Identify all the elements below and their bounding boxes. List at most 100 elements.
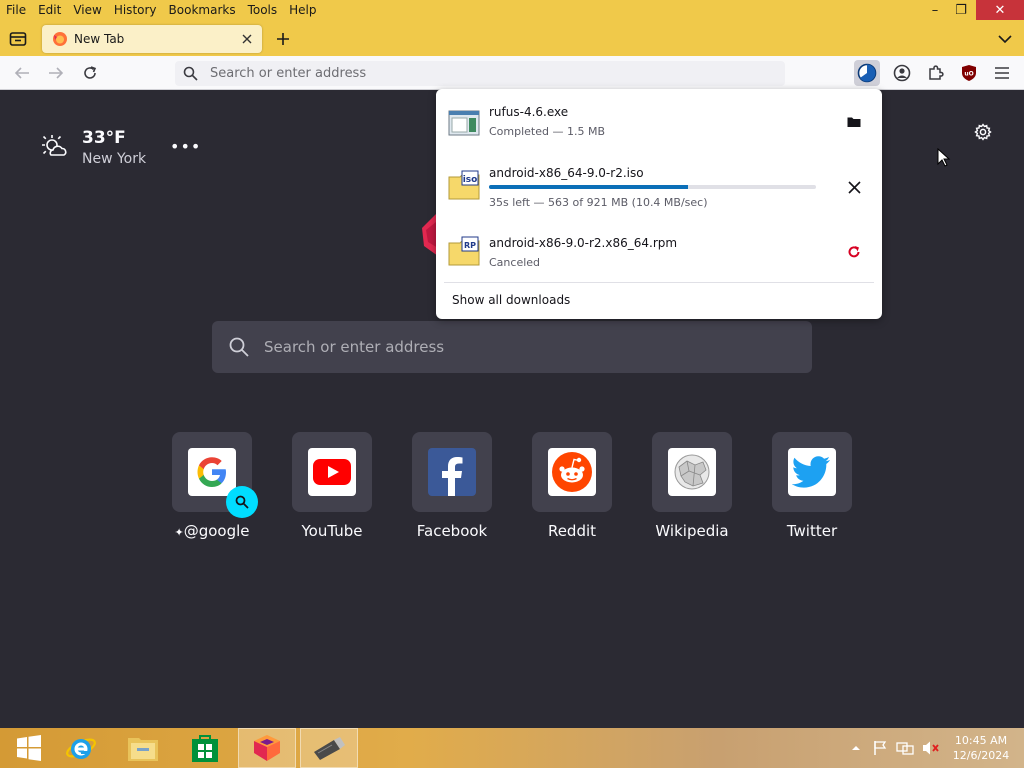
- start-button[interactable]: [0, 728, 58, 768]
- reload-button[interactable]: [78, 61, 102, 85]
- svg-text:iso: iso: [463, 175, 478, 185]
- top-site-reddit[interactable]: Reddit: [532, 432, 612, 540]
- tab-strip: New Tab: [0, 22, 1024, 56]
- internet-explorer-icon: [66, 738, 96, 759]
- search-icon: [235, 495, 249, 509]
- top-site-tile: [532, 432, 612, 512]
- show-hidden-icons-icon[interactable]: [850, 743, 862, 753]
- menu-history[interactable]: History: [108, 0, 163, 20]
- download-progress-fill: [489, 185, 689, 189]
- reload-icon: [84, 66, 97, 79]
- download-status: 35s left — 563 of 921 MB (10.4 MB/sec): [489, 196, 708, 209]
- new-tab-button[interactable]: [272, 28, 294, 50]
- personalize-button[interactable]: [972, 121, 994, 143]
- list-all-tabs-button[interactable]: [996, 30, 1014, 48]
- wikipedia-icon: [668, 448, 716, 496]
- top-site-twitter[interactable]: Twitter: [772, 432, 852, 540]
- taskbar-firefox[interactable]: [238, 728, 296, 768]
- tab-new-tab[interactable]: New Tab: [42, 25, 262, 53]
- menu-bar: File Edit View History Bookmarks Tools H…: [0, 0, 1024, 20]
- tab-close-button[interactable]: [236, 28, 258, 50]
- action-center-flag-icon[interactable]: [872, 740, 888, 756]
- content-search-box[interactable]: Search or enter address: [212, 321, 812, 373]
- arrow-left-icon: [14, 67, 29, 79]
- svg-text:uO: uO: [964, 71, 973, 78]
- top-site-youtube[interactable]: YouTube: [292, 432, 372, 540]
- clock-time: 10:45 AM: [954, 734, 1008, 747]
- downloads-button[interactable]: [854, 60, 880, 86]
- ublock-origin-button[interactable]: uO: [956, 60, 982, 86]
- download-progress-bar: [489, 185, 816, 189]
- iso-file-icon: iso: [448, 170, 480, 200]
- top-site-label: Reddit: [547, 522, 597, 540]
- app-menu-button[interactable]: [989, 60, 1015, 86]
- menu-tools[interactable]: Tools: [242, 0, 284, 20]
- taskbar-usb-drive[interactable]: [300, 728, 358, 768]
- tab-title: New Tab: [74, 32, 125, 46]
- taskbar-file-explorer[interactable]: [114, 728, 172, 768]
- top-site-facebook[interactable]: Facebook: [412, 432, 492, 540]
- download-item-android-rpm[interactable]: RP android-x86-9.0-r2.x86_64.rpm Cancele…: [436, 219, 882, 283]
- weather-more-options-button[interactable]: •••: [170, 137, 201, 156]
- search-icon: [183, 66, 198, 81]
- firefox-view-icon: [9, 32, 27, 46]
- pin-icon: ✦: [174, 526, 184, 539]
- taskbar-clock[interactable]: 10:45 AM 12/6/2024: [948, 733, 1014, 763]
- firefox-icon: [254, 735, 280, 761]
- taskbar-store[interactable]: [176, 728, 234, 768]
- menu-edit[interactable]: Edit: [32, 0, 67, 20]
- top-site-tile: [652, 432, 732, 512]
- weather-widget[interactable]: 33°F New York: [40, 127, 146, 169]
- address-bar[interactable]: Search or enter address: [175, 61, 785, 86]
- address-bar-placeholder: Search or enter address: [210, 66, 367, 81]
- show-all-downloads-button[interactable]: Show all downloads: [452, 293, 570, 307]
- taskbar-internet-explorer[interactable]: [52, 728, 110, 768]
- close-icon: [242, 34, 252, 44]
- menu-bookmarks[interactable]: Bookmarks: [163, 0, 242, 20]
- file-explorer-icon: [128, 738, 158, 761]
- downloads-panel: rufus-4.6.exe Completed — 1.5 MB iso and…: [436, 89, 882, 319]
- download-status: Canceled: [489, 256, 541, 269]
- top-site-tile: [412, 432, 492, 512]
- top-site-wikipedia[interactable]: Wikipedia: [652, 432, 732, 540]
- system-tray: [850, 728, 940, 768]
- download-filename: rufus-4.6.exe: [489, 105, 569, 119]
- folder-icon: [847, 117, 861, 127]
- menu-file[interactable]: File: [0, 0, 32, 20]
- gear-icon: [974, 123, 992, 141]
- store-icon: [192, 735, 218, 762]
- show-in-folder-button[interactable]: [842, 110, 866, 134]
- network-icon[interactable]: [896, 740, 914, 756]
- forward-button[interactable]: [44, 61, 68, 85]
- retry-download-button[interactable]: [842, 240, 866, 264]
- search-icon: [229, 337, 249, 357]
- navigation-toolbar: Search or enter address uO: [0, 56, 1024, 90]
- arrow-right-icon: [49, 67, 64, 79]
- plus-icon: [277, 33, 289, 45]
- top-site-google[interactable]: ✦@google: [172, 432, 258, 540]
- cancel-download-button[interactable]: [842, 175, 866, 199]
- weather-temperature: 33°F: [82, 128, 126, 148]
- extensions-button[interactable]: [923, 60, 949, 86]
- reddit-icon: [548, 448, 596, 496]
- top-site-label: Wikipedia: [655, 522, 729, 540]
- twitter-icon: [788, 448, 836, 496]
- download-filename: android-x86_64-9.0-r2.iso: [489, 166, 644, 180]
- clock-date: 12/6/2024: [952, 749, 1010, 762]
- account-icon: [893, 64, 911, 82]
- back-button[interactable]: [10, 61, 34, 85]
- search-shortcut-badge: [226, 486, 258, 518]
- chevron-down-icon: [998, 35, 1012, 44]
- usb-drive-icon: [314, 737, 345, 760]
- menu-view[interactable]: View: [67, 0, 107, 20]
- download-item-rufus[interactable]: rufus-4.6.exe Completed — 1.5 MB: [436, 89, 882, 153]
- menu-help[interactable]: Help: [283, 0, 322, 20]
- ublock-shield-icon: uO: [962, 65, 976, 81]
- exe-file-icon: [448, 110, 480, 136]
- top-site-tile: [772, 432, 852, 512]
- close-window-button[interactable]: ✕: [976, 0, 1024, 20]
- restore-button[interactable]: ❐: [944, 0, 978, 20]
- volume-muted-icon[interactable]: [922, 740, 940, 756]
- firefox-view-button[interactable]: [8, 29, 28, 49]
- account-button[interactable]: [889, 60, 915, 86]
